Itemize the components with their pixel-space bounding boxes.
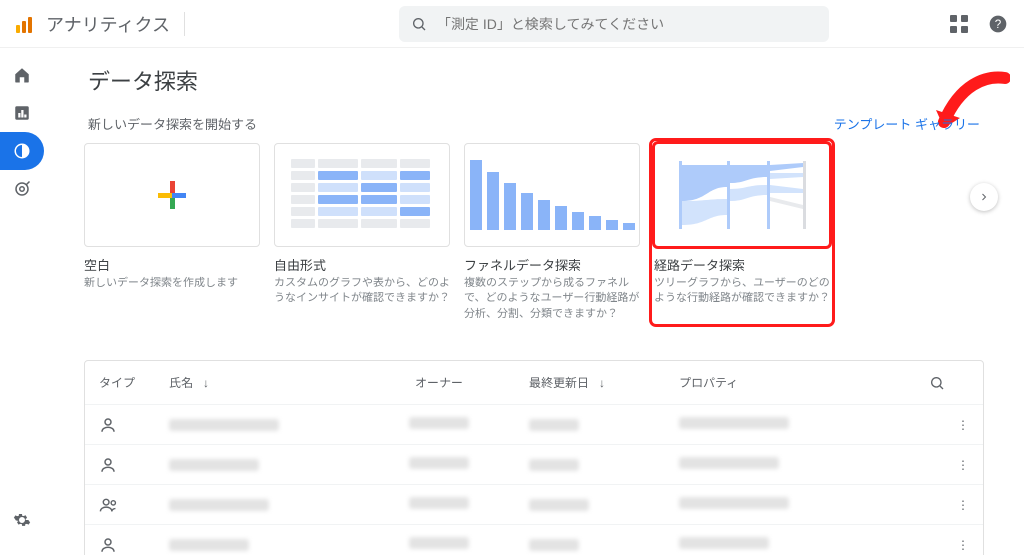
search-icon [411, 16, 427, 32]
bar-chart-icon [13, 104, 31, 122]
col-name[interactable]: 氏名 [169, 374, 349, 391]
person-icon [99, 456, 117, 474]
card-title: 空白 [84, 255, 260, 274]
table-row[interactable]: ⋮ [85, 485, 983, 525]
card-desc: 複数のステップから成るファネルで、どのようなユーザー行動経路が分析、分割、分類で… [464, 276, 640, 322]
table-row[interactable]: ⋮ [85, 445, 983, 485]
scroll-next-button[interactable] [970, 183, 998, 211]
col-owner[interactable]: オーナー [349, 374, 529, 391]
card-freeform[interactable]: 自由形式 カスタムのグラフや表から、どのようなインサイトが確認できますか？ [274, 143, 450, 322]
person-icon [99, 416, 117, 434]
target-icon [13, 180, 31, 198]
card-path-exploration[interactable]: 経路データ探索 ツリーグラフから、ユーザーのどのような行動経路が確認できますか？ [654, 143, 830, 322]
nav-home[interactable] [0, 56, 44, 94]
col-property[interactable]: プロパティ [679, 374, 829, 391]
table-row[interactable]: ⋮ [85, 525, 983, 555]
person-icon [99, 536, 117, 554]
table-header-row: タイプ 氏名 オーナー 最終更新日 プロパティ [85, 361, 983, 405]
explore-icon [13, 142, 31, 160]
plus-icon [158, 181, 186, 209]
nav-admin[interactable] [0, 501, 44, 539]
card-desc: ツリーグラフから、ユーザーのどのような行動経路が確認できますか？ [654, 276, 830, 307]
svg-text:?: ? [995, 18, 1002, 31]
nav-advertising[interactable] [0, 170, 44, 208]
page-title: データ探索 [88, 64, 984, 96]
search-icon [929, 375, 945, 391]
divider [184, 12, 185, 36]
apps-icon[interactable] [950, 15, 968, 33]
page-subtitle: 新しいデータ探索を開始する [88, 114, 257, 133]
table-row[interactable]: ⋮ [85, 405, 983, 445]
search-input[interactable] [437, 16, 817, 32]
table-search[interactable] [929, 375, 969, 391]
left-nav-rail [0, 48, 44, 555]
card-desc: カスタムのグラフや表から、どのようなインサイトが確認できますか？ [274, 276, 450, 307]
people-icon [99, 496, 119, 514]
card-desc: 新しいデータ探索を作成します [84, 276, 260, 291]
card-blank[interactable]: 空白 新しいデータ探索を作成します [84, 143, 260, 322]
app-logo[interactable]: アナリティクス [16, 11, 170, 37]
explorations-table: タイプ 氏名 オーナー 最終更新日 プロパティ ⋮ [84, 360, 984, 555]
card-funnel-thumb [464, 143, 640, 247]
help-icon[interactable]: ? [988, 14, 1008, 34]
nav-explore[interactable] [0, 132, 44, 170]
home-icon [13, 66, 31, 84]
card-title: ファネルデータ探索 [464, 255, 640, 274]
row-menu[interactable]: ⋮ [939, 538, 969, 552]
card-title: 自由形式 [274, 255, 450, 274]
top-bar: アナリティクス ? [0, 0, 1024, 48]
row-menu[interactable]: ⋮ [939, 418, 969, 432]
template-gallery-link[interactable]: テンプレート ギャラリー [834, 114, 980, 133]
card-freeform-thumb [274, 143, 450, 247]
col-type[interactable]: タイプ [99, 374, 169, 391]
card-title: 経路データ探索 [654, 255, 830, 274]
analytics-logo-icon [16, 15, 34, 33]
app-title: アナリティクス [46, 11, 170, 37]
card-blank-thumb [84, 143, 260, 247]
nav-reports[interactable] [0, 94, 44, 132]
card-funnel[interactable]: ファネルデータ探索 複数のステップから成るファネルで、どのようなユーザー行動経路… [464, 143, 640, 322]
gear-icon [13, 511, 31, 529]
search-box[interactable] [399, 6, 829, 42]
col-date[interactable]: 最終更新日 [529, 374, 679, 391]
card-path-thumb [654, 143, 830, 247]
row-menu[interactable]: ⋮ [939, 498, 969, 512]
main-content: データ探索 新しいデータ探索を開始する テンプレート ギャラリー 空白 新しいデ… [44, 48, 1024, 555]
row-menu[interactable]: ⋮ [939, 458, 969, 472]
chevron-right-icon [978, 191, 990, 203]
template-cards-row: 空白 新しいデータ探索を作成します 自由形式 カスタムのグラフや表から、どのよう… [84, 143, 984, 322]
